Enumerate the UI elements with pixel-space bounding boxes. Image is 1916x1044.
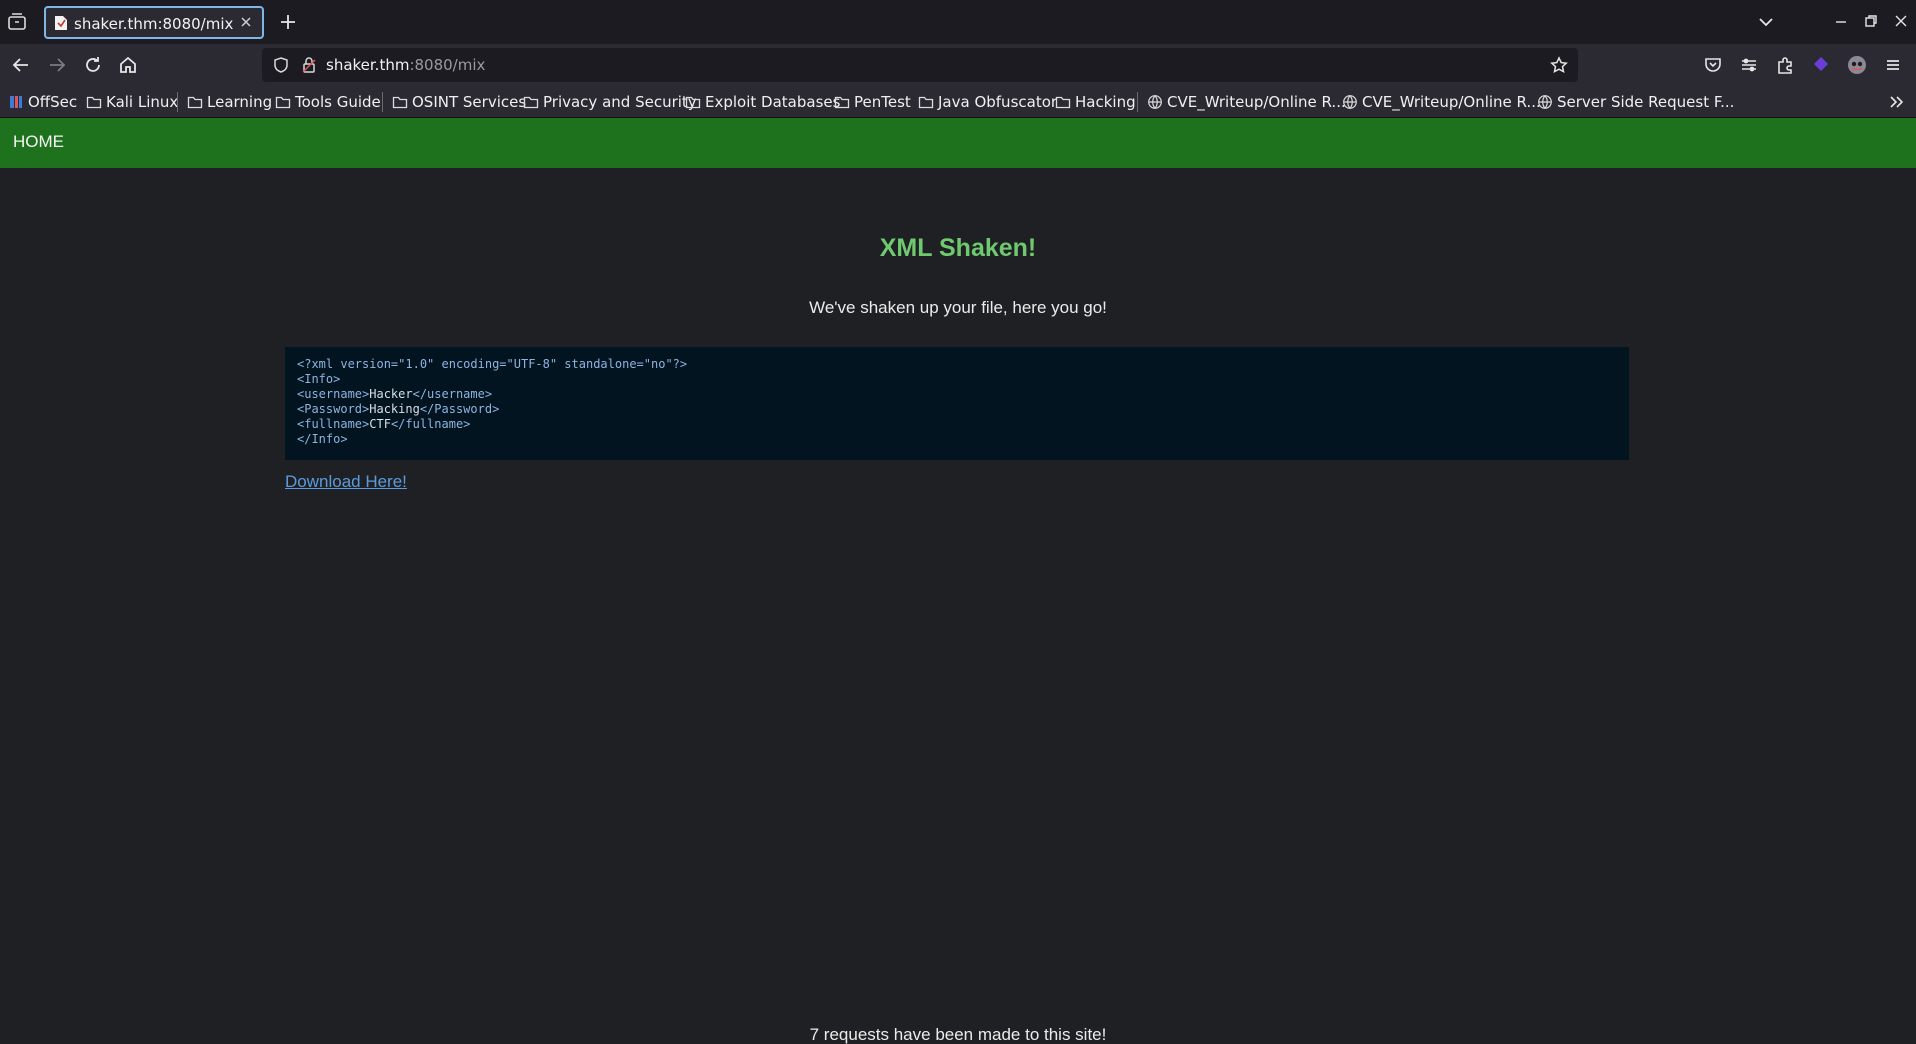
more-bookmarks-chevron-icon[interactable] <box>1886 92 1906 112</box>
xml-tag: <Password> <box>297 402 370 416</box>
folder-icon <box>1055 96 1071 109</box>
xml-tag: <?xml version="1.0" encoding="UTF-8" sta… <box>297 357 688 371</box>
code-line: <fullname>CTF</fullname> <box>297 417 1617 432</box>
page-title: XML Shaken! <box>879 234 1037 262</box>
close-window-icon[interactable] <box>1892 12 1910 30</box>
bookmark-label: Kali Linux <box>106 93 179 111</box>
bookmark-label: Tools Guide <box>295 93 381 111</box>
url-host: shaker.thm <box>326 56 410 74</box>
hamburger-menu-icon[interactable] <box>1882 54 1904 76</box>
bookmark-label: Java Obfuscator <box>938 93 1058 111</box>
bookmark-folder[interactable]: Java Obfuscator <box>918 92 1057 112</box>
bookmark-item[interactable]: CVE_Writeup/Online R... <box>1342 92 1541 112</box>
folder-icon <box>523 96 539 109</box>
folder-icon <box>275 96 291 109</box>
folder-icon <box>834 96 850 109</box>
site-navbar: HOME <box>0 118 1916 168</box>
bookmark-label: CVE_Writeup/Online R... <box>1362 93 1541 111</box>
url-path: :8080/mix <box>409 56 486 74</box>
bookmark-label: Privacy and Security <box>543 93 697 111</box>
bookmark-folder[interactable]: Kali Linux <box>86 92 178 112</box>
request-count-text: 7 requests have been made to this site! <box>809 1025 1107 1044</box>
xml-tag: </username> <box>412 387 493 401</box>
xml-tag: </fullname> <box>390 417 471 431</box>
folder-icon <box>392 96 408 109</box>
code-line: <?xml version="1.0" encoding="UTF-8" sta… <box>297 357 1617 372</box>
code-line: </Info> <box>297 432 1617 447</box>
minimize-window-icon[interactable] <box>1832 12 1850 30</box>
code-line: <Password>Hacking</Password> <box>297 402 1617 417</box>
folder-icon <box>918 96 934 109</box>
bookmark-separator <box>1137 92 1138 112</box>
pocket-icon[interactable] <box>1702 54 1724 76</box>
bookmarks-toolbar: OffSec Kali Linux Learning Tools Guide O… <box>0 86 1916 118</box>
bookmark-label: PenTest <box>854 93 911 111</box>
tab-list-icon[interactable] <box>6 11 28 33</box>
close-tab-icon[interactable] <box>238 14 254 30</box>
page-subtitle: We've shaken up your file, here you go! <box>809 298 1107 317</box>
xml-tag: <fullname> <box>297 417 370 431</box>
folder-icon <box>86 96 102 109</box>
bookmark-star-icon[interactable] <box>1550 56 1568 74</box>
account-avatar-icon[interactable] <box>1846 54 1868 76</box>
list-all-tabs-icon[interactable] <box>1756 12 1776 32</box>
bookmark-label: CVE_Writeup/Online R... <box>1167 93 1346 111</box>
xml-tag: </Password> <box>419 402 500 416</box>
download-link[interactable]: Download Here! <box>285 472 407 492</box>
bookmark-label: OSINT Services <box>412 93 527 111</box>
globe-icon <box>1538 95 1552 109</box>
bookmark-separator <box>177 92 178 112</box>
insecure-lock-icon[interactable] <box>300 56 318 74</box>
bookmark-label: Learning <box>207 93 273 111</box>
bookmark-label: Hacking <box>1075 93 1136 111</box>
bookmark-folder[interactable]: Exploit Databases <box>685 92 840 112</box>
navigation-toolbar: shaker.thm:8080/mix <box>0 44 1916 86</box>
extensions-puzzle-icon[interactable] <box>1774 54 1796 76</box>
folder-icon <box>187 96 203 109</box>
offsec-icon <box>10 96 22 108</box>
reload-icon[interactable] <box>82 54 104 76</box>
bookmark-label: Server Side Request F... <box>1557 93 1735 111</box>
bookmark-item[interactable]: OffSec <box>8 92 77 112</box>
page-favicon-icon <box>55 16 67 30</box>
bookmark-folder[interactable]: OSINT Services <box>392 92 526 112</box>
globe-icon <box>1148 95 1162 109</box>
code-line: <Info> <box>297 372 1617 387</box>
xml-tag: </Info> <box>297 432 348 446</box>
bookmark-folder[interactable]: Learning <box>187 92 272 112</box>
bookmark-folder[interactable]: Privacy and Security <box>523 92 697 112</box>
address-bar[interactable]: shaker.thm:8080/mix <box>262 48 1578 82</box>
bookmark-item[interactable]: Server Side Request F... <box>1537 92 1734 112</box>
new-tab-icon[interactable] <box>278 12 298 32</box>
home-icon[interactable] <box>117 54 139 76</box>
bookmark-separator <box>382 92 383 112</box>
xml-tag: <Info> <box>297 372 341 386</box>
extension-purple-icon[interactable] <box>1810 54 1832 76</box>
folder-icon <box>685 96 701 109</box>
globe-icon <box>1343 95 1357 109</box>
active-tab[interactable]: shaker.thm:8080/mix <box>44 6 264 39</box>
bookmark-folder[interactable]: Tools Guide <box>275 92 381 112</box>
xml-code-block: <?xml version="1.0" encoding="UTF-8" sta… <box>285 347 1629 460</box>
restore-window-icon[interactable] <box>1862 12 1880 30</box>
code-line: <username>Hacker</username> <box>297 387 1617 402</box>
tools-sliders-icon[interactable] <box>1738 54 1760 76</box>
tracking-protection-shield-icon[interactable] <box>272 56 290 74</box>
bookmark-item[interactable]: CVE_Writeup/Online R... <box>1147 92 1346 112</box>
back-arrow-icon[interactable] <box>10 54 32 76</box>
bookmark-folder[interactable]: Hacking <box>1055 92 1136 112</box>
bookmark-label: OffSec <box>28 93 78 111</box>
nav-home-link[interactable]: HOME <box>13 132 64 152</box>
bookmark-folder[interactable]: PenTest <box>834 92 911 112</box>
xml-text: CTF <box>369 417 391 431</box>
xml-text: Hacking <box>369 402 420 416</box>
web-page: HOME XML Shaken! We've shaken up your fi… <box>0 118 1916 1044</box>
tab-title: shaker.thm:8080/mix <box>74 15 234 33</box>
xml-text: Hacker <box>369 387 413 401</box>
url-text: shaker.thm:8080/mix <box>326 56 485 74</box>
xml-tag: <username> <box>297 387 370 401</box>
forward-arrow-icon[interactable] <box>46 54 68 76</box>
bookmark-label: Exploit Databases <box>705 93 841 111</box>
tab-bar: shaker.thm:8080/mix <box>0 0 1916 44</box>
